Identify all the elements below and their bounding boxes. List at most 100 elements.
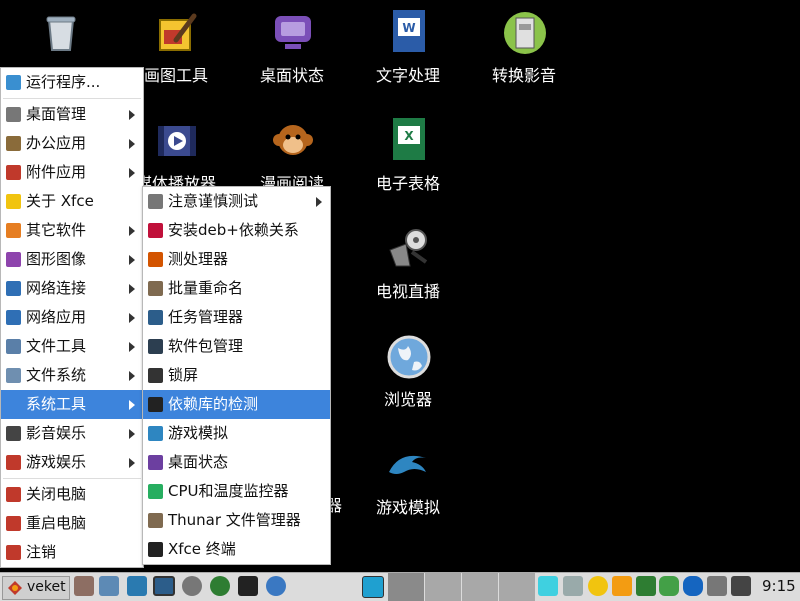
menu-item-globe[interactable]: 网络应用 <box>1 303 143 332</box>
menu-item-package[interactable]: 软件包管理 <box>143 332 330 361</box>
workspace-2[interactable] <box>425 573 461 601</box>
browser-icon[interactable] <box>266 576 286 596</box>
menu-item-label: 其它软件 <box>26 221 87 239</box>
convert-label: 转换影音 <box>491 66 556 85</box>
menu-item-dolphin[interactable]: 游戏模拟 <box>143 419 330 448</box>
download-icon[interactable] <box>74 576 94 596</box>
menu-item-monitor-chart[interactable]: CPU和温度监控器 <box>143 477 330 506</box>
desktop-show-icon[interactable] <box>127 576 147 596</box>
menu-item-desktop-status[interactable]: 桌面状态 <box>143 448 330 477</box>
submenu-arrow-icon <box>129 168 135 178</box>
power-icon <box>6 487 21 502</box>
menu-item-dependency[interactable]: 依赖库的检测 <box>143 390 330 419</box>
menu-item-clapper[interactable]: 影音娱乐 <box>1 419 143 448</box>
desktop-status-label: 桌面状态 <box>259 66 324 85</box>
browser-label: 浏览器 <box>383 390 432 409</box>
search-icon <box>6 75 21 90</box>
menu-item-thunar[interactable]: Thunar 文件管理器 <box>143 506 330 535</box>
volume-icon[interactable] <box>731 576 751 596</box>
network-monitor-icon[interactable] <box>362 576 384 598</box>
task-manager-icon[interactable] <box>153 576 175 596</box>
paint-icon <box>159 13 197 51</box>
submenu-arrow-icon <box>129 342 135 352</box>
menu-item-label: 桌面管理 <box>26 105 87 123</box>
diamond-icon <box>6 223 21 238</box>
cpu-meter-icon[interactable] <box>538 576 558 596</box>
thunar-icon <box>148 513 163 528</box>
menu-item-label: 安装deb+依赖关系 <box>168 221 299 239</box>
network-icon <box>6 281 21 296</box>
menu-item-label: 任务管理器 <box>168 308 244 326</box>
menu-item-cpu-test[interactable]: 测处理器 <box>143 245 330 274</box>
menu-item-lock-screen[interactable]: 锁屏 <box>143 361 330 390</box>
contrast-icon[interactable] <box>588 576 608 596</box>
menu-item-scissors[interactable]: 附件应用 <box>1 158 143 187</box>
word-label: 文字处理 <box>375 66 440 85</box>
menu-item-rename[interactable]: 批量重命名 <box>143 274 330 303</box>
workspace-3[interactable] <box>462 573 498 601</box>
menu-item-label: 运行程序... <box>26 73 101 91</box>
menu-item-test[interactable]: 注意谨慎测试 <box>143 187 330 216</box>
menu-item-label: 游戏模拟 <box>168 424 229 442</box>
menu-item-cards[interactable]: 游戏娱乐 <box>1 448 143 477</box>
shield-icon[interactable] <box>636 576 656 596</box>
menu-item-label: 软件包管理 <box>168 337 244 355</box>
svg-text:W: W <box>402 21 415 35</box>
folder-icon <box>6 368 21 383</box>
scissors-icon <box>6 165 21 180</box>
clock[interactable]: 9:15 <box>762 577 796 595</box>
menu-item-label: Thunar 文件管理器 <box>168 511 301 529</box>
network-arrows-icon[interactable] <box>563 576 583 596</box>
menu-item-task-manager[interactable]: 任务管理器 <box>143 303 330 332</box>
start-button[interactable]: veket <box>2 576 70 600</box>
bluetooth-icon[interactable] <box>683 576 703 596</box>
menu-item-desktop-manage[interactable]: 桌面管理 <box>1 100 143 129</box>
menu-item-file-tool[interactable]: 文件工具 <box>1 332 143 361</box>
menu-item-label: 注意谨慎测试 <box>168 192 259 210</box>
trash-icon <box>46 16 76 51</box>
menu-item-restart[interactable]: 重启电脑 <box>1 509 143 538</box>
menu-item-star[interactable]: 关于 Xfce <box>1 187 143 216</box>
submenu-arrow-icon <box>129 371 135 381</box>
package-manager-icon[interactable] <box>612 576 632 596</box>
printer-icon[interactable] <box>707 576 727 596</box>
menu-item-label: 锁屏 <box>168 366 199 384</box>
gear-icon <box>6 397 21 412</box>
debian-icon <box>148 223 163 238</box>
file-manager-icon[interactable] <box>99 576 119 596</box>
workspace-1[interactable] <box>388 573 424 601</box>
menu-separator <box>3 98 141 99</box>
excel-label: 电子表格 <box>375 174 440 193</box>
media-player-icon <box>158 126 196 156</box>
menu-item-network[interactable]: 网络连接 <box>1 274 143 303</box>
menu-item-logout[interactable]: 注销 <box>1 538 143 567</box>
game-emu-label: 游戏模拟 <box>375 498 440 517</box>
menu-item-power[interactable]: 关闭电脑 <box>1 480 143 509</box>
menu-item-terminal[interactable]: Xfce 终端 <box>143 535 330 564</box>
dependency-icon <box>148 397 163 412</box>
disk-icon[interactable] <box>659 576 679 596</box>
terminal-icon[interactable] <box>238 576 258 596</box>
dolphin-icon <box>148 426 163 441</box>
menu-item-diamond[interactable]: 其它软件 <box>1 216 143 245</box>
cards-icon <box>6 455 21 470</box>
menu-item-label: 依赖库的检测 <box>168 395 259 413</box>
submenu-arrow-icon <box>129 255 135 265</box>
globe-icon <box>387 335 431 379</box>
menu-item-label: 网络应用 <box>26 308 87 326</box>
menu-item-brush[interactable]: 图形图像 <box>1 245 143 274</box>
menu-item-gear[interactable]: 系统工具 <box>1 390 143 419</box>
menu-item-label: 附件应用 <box>26 163 87 181</box>
menu-item-folder[interactable]: 文件系统 <box>1 361 143 390</box>
menu-item-office[interactable]: 办公应用 <box>1 129 143 158</box>
menu-item-debian[interactable]: 安装deb+依赖关系 <box>143 216 330 245</box>
submenu-arrow-icon <box>129 429 135 439</box>
task-manager-icon <box>148 310 163 325</box>
play-icon[interactable] <box>210 576 230 596</box>
menu-item-search[interactable]: 运行程序... <box>1 68 143 97</box>
submenu-arrow-icon <box>129 400 135 410</box>
submenu-arrow-icon <box>316 197 322 207</box>
workspace-4[interactable] <box>499 573 535 601</box>
settings-icon[interactable] <box>182 576 202 596</box>
convert-icon <box>504 12 546 54</box>
